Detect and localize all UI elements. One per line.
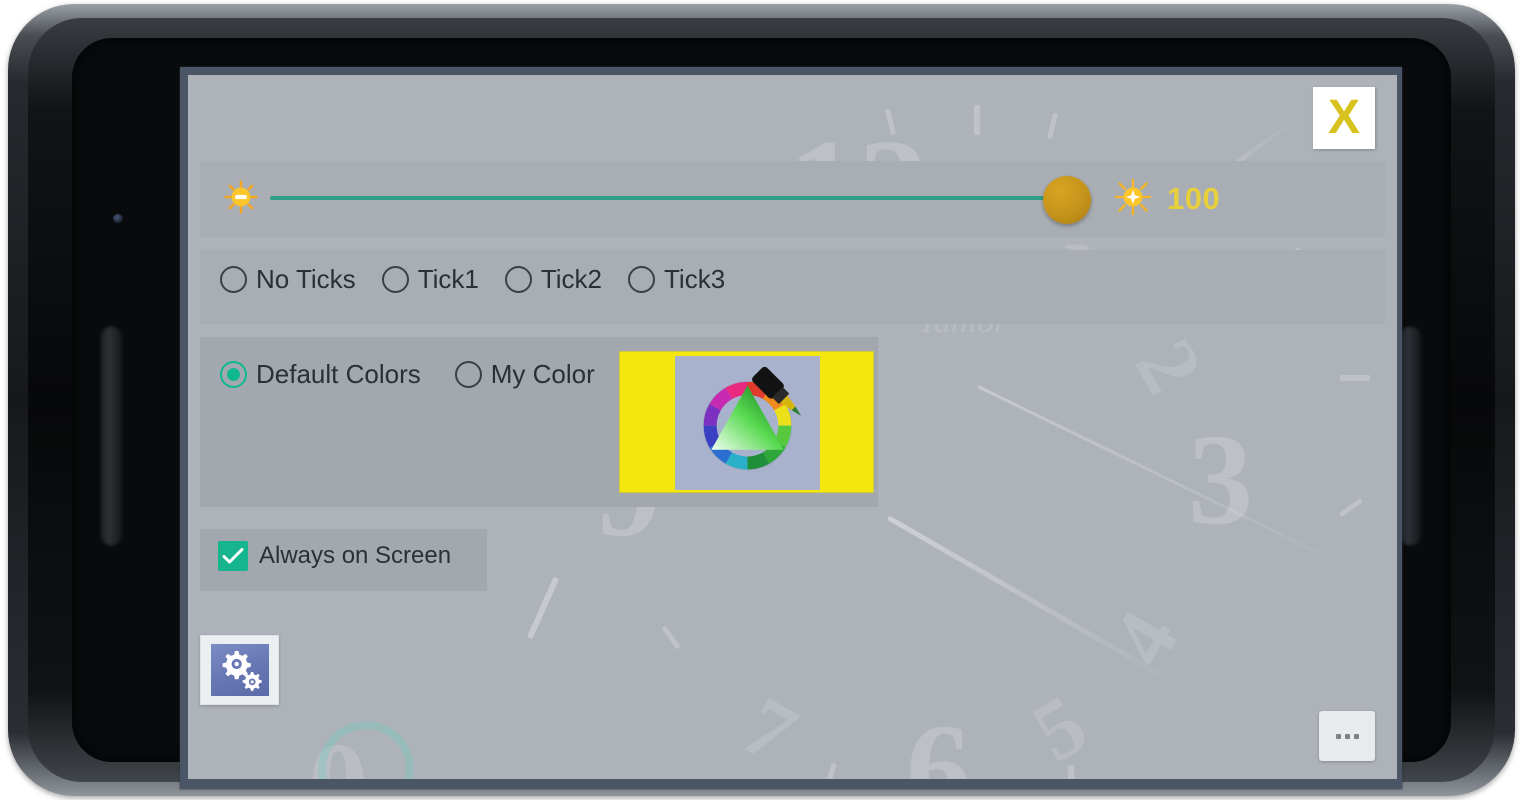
watermark-number-6: 6 <box>906 698 971 779</box>
sun-high-icon <box>1115 179 1151 215</box>
watermark-tick <box>824 762 837 779</box>
watermark-number-3: 3 <box>1188 408 1253 552</box>
brightness-value: 100 <box>1167 181 1221 216</box>
watermark-number-2: 2 <box>1117 323 1222 409</box>
radio-label: Default Colors <box>256 359 421 389</box>
watermark-number-0: 0 <box>308 725 368 780</box>
color-radio-group: Default Colors My Color <box>220 359 595 390</box>
always-on-screen-checkbox[interactable]: Always on Screen <box>218 541 451 571</box>
radio-my-color[interactable]: My Color <box>454 359 595 390</box>
radio-no-ticks[interactable]: No Ticks <box>220 264 356 295</box>
radio-tick1[interactable]: Tick1 <box>381 264 479 295</box>
more-options-button[interactable] <box>1319 711 1375 761</box>
brightness-slider-thumb[interactable] <box>1043 176 1091 224</box>
watermark-clock-hand <box>977 385 1357 572</box>
radio-label: Tick1 <box>417 264 479 294</box>
gear-button-inner <box>210 644 269 696</box>
watermark-number-7: 7 <box>726 677 813 779</box>
more-dots-icon <box>1344 733 1350 739</box>
watermark-tick <box>661 625 681 650</box>
sun-low-icon <box>224 180 258 214</box>
gears-settings-icon <box>222 651 262 691</box>
phone-outer-frame: 12 1 2 3 4 5 6 7 9 0 Tahlor <box>8 4 1515 796</box>
phone-mid-frame: 12 1 2 3 4 5 6 7 9 0 Tahlor <box>28 18 1495 789</box>
speaker-grille-left <box>100 326 123 546</box>
watermark-tick <box>1068 765 1074 779</box>
notification-led-icon <box>113 214 123 223</box>
screenshot-root: 12 1 2 3 4 5 6 7 9 0 Tahlor <box>0 0 1523 800</box>
radio-label: No Ticks <box>256 264 356 294</box>
watermark-tick <box>526 576 560 640</box>
radio-label: Tick3 <box>664 264 726 294</box>
radio-mark-icon <box>381 266 409 293</box>
watermark-tick <box>1340 375 1370 381</box>
watermark-number-5: 5 <box>1016 675 1103 779</box>
watermark-tick <box>974 105 980 135</box>
tick-radio-group: No Ticks Tick1 Tick2 Tick3 <box>220 264 725 295</box>
settings-gear-button[interactable] <box>200 635 279 705</box>
watermark-tick <box>1338 497 1364 518</box>
tick-options-row: No Ticks Tick1 Tick2 Tick3 <box>200 250 1385 324</box>
color-options-row: Default Colors My Color <box>200 337 878 507</box>
checkbox-checked-icon <box>218 541 248 571</box>
more-dots-icon <box>1335 733 1341 739</box>
radio-mark-icon <box>220 361 247 388</box>
watermark-ring <box>318 721 414 779</box>
screen-bezel: 12 1 2 3 4 5 6 7 9 0 Tahlor <box>180 67 1402 789</box>
watermark-tick <box>1046 112 1059 140</box>
radio-mark-icon <box>504 266 532 293</box>
brightness-slider-track[interactable] <box>270 196 1050 200</box>
radio-label: Tick2 <box>540 264 602 294</box>
app-screen: 12 1 2 3 4 5 6 7 9 0 Tahlor <box>188 75 1397 779</box>
always-on-screen-row: Always on Screen <box>200 529 487 591</box>
always-on-screen-label: Always on Screen <box>259 542 452 569</box>
color-swatch[interactable] <box>619 351 874 493</box>
radio-mark-icon <box>454 361 482 388</box>
watermark-clock-hand <box>886 515 1176 685</box>
radio-default-colors[interactable]: Default Colors <box>220 359 421 390</box>
radio-mark-icon <box>220 266 247 293</box>
radio-mark-icon <box>628 266 655 293</box>
radio-selected-dot-icon <box>227 368 240 381</box>
watermark-tick <box>884 108 897 136</box>
radio-tick2[interactable]: Tick2 <box>504 264 602 295</box>
more-dots-icon <box>1353 733 1359 739</box>
watermark-number-4: 4 <box>1092 595 1197 681</box>
radio-tick3[interactable]: Tick3 <box>628 264 725 295</box>
checkmark-icon <box>222 548 244 564</box>
speaker-grille-right <box>1399 326 1422 546</box>
phone-body: 12 1 2 3 4 5 6 7 9 0 Tahlor <box>72 38 1451 789</box>
color-wheel-eyedropper-icon[interactable] <box>675 356 820 490</box>
close-icon: X <box>1327 91 1360 144</box>
radio-label: My Color <box>490 359 595 389</box>
close-button[interactable]: X <box>1313 87 1375 149</box>
brightness-row: 100 <box>200 161 1385 237</box>
